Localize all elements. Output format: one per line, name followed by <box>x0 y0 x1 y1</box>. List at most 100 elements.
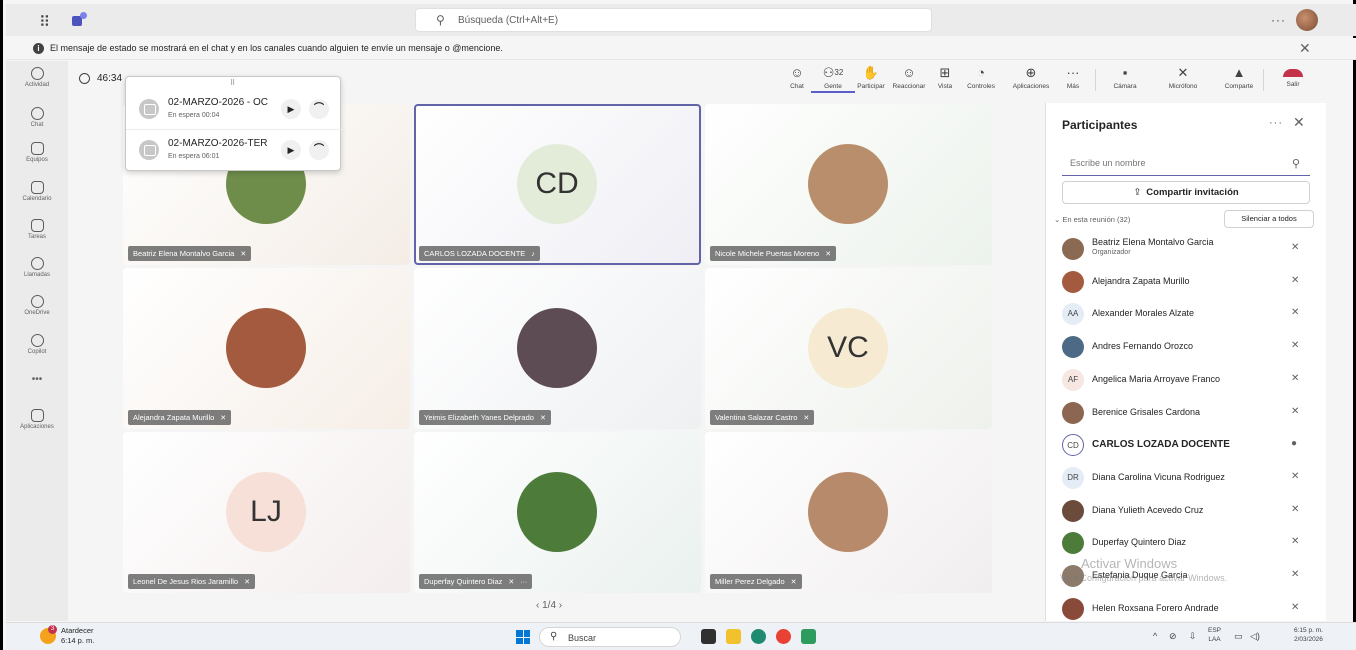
participant-row[interactable]: Alejandra Zapata Murillo ✕ <box>1046 266 1327 298</box>
controls-button[interactable]: ◔ Controles <box>959 65 1003 90</box>
rail-label: Copilot <box>27 349 47 355</box>
video-tile[interactable]: Duperfay Quintero Diaz ✕ ··· <box>414 432 701 593</box>
rail-item-chat[interactable]: Chat <box>6 107 68 128</box>
rail-item-onedrive[interactable]: OneDrive <box>6 295 68 316</box>
admit-button[interactable]: ▶ <box>281 140 301 160</box>
participant-row[interactable]: Duperfay Quintero Diaz ✕ <box>1046 527 1327 559</box>
app-launcher-icon[interactable]: ⠿ <box>39 13 50 31</box>
participant-avatar: AA <box>1062 303 1084 326</box>
microphone-button[interactable]: ✕ Micrófono <box>1161 65 1205 90</box>
status-notification-bar: i El mensaje de estado se mostrará en el… <box>6 38 1356 60</box>
participants-panel: Participantes ··· ✕ ⚲ ⇪ Compartir invitac… <box>1045 103 1326 621</box>
mic-off-icon: ✕ <box>1291 274 1300 286</box>
participant-name-tag: Alejandra Zapata Murillo ✕ <box>128 410 232 425</box>
apps-button[interactable]: ⊕ Aplicaciones <box>1009 65 1053 90</box>
volume-icon[interactable]: ◁) <box>1250 631 1260 642</box>
rail-label: Aplicaciones <box>20 424 54 430</box>
decline-button[interactable]: ⌒ <box>309 140 329 160</box>
participant-row[interactable]: Diana Yulieth Acevedo Cruz ✕ <box>1046 495 1327 527</box>
participant-row[interactable]: AA Alexander Morales Alzate ✕ <box>1046 298 1327 330</box>
admit-button[interactable]: ▶ <box>281 99 301 119</box>
rail-item-equipos[interactable]: Equipos <box>6 142 68 163</box>
input-language[interactable]: ESP LAA <box>1208 626 1221 644</box>
edge-icon[interactable] <box>751 629 766 644</box>
participant-name: Duperfay Quintero Diaz <box>1092 537 1187 548</box>
clock-time: 6:15 p. m. <box>1294 627 1323 634</box>
calendar-icon <box>30 181 44 194</box>
video-tile[interactable]: CD CARLOS LOZADA DOCENTE ♪ <box>414 104 701 265</box>
rail-item-llamadas[interactable]: Llamadas <box>6 257 68 278</box>
mic-off-icon: ✕ <box>1291 503 1300 515</box>
display-icon[interactable]: ▭ <box>1234 631 1243 642</box>
network-icon[interactable]: ⊘ <box>1169 631 1177 642</box>
video-tile[interactable]: Alejandra Zapata Murillo ✕ <box>123 268 410 429</box>
video-tile[interactable]: Nicole Michele Puertas Moreno ✕ <box>705 104 992 265</box>
video-tile[interactable]: Yeimis Elizabeth Yanes Delprado ✕ <box>414 268 701 429</box>
in-meeting-section-toggle[interactable]: ⌄ En esta reunión (32) <box>1054 215 1130 224</box>
rail-item-tareas[interactable]: Tareas <box>6 219 68 240</box>
divider <box>1095 69 1096 91</box>
participant-row[interactable]: AF Angelica Maria Arroyave Franco ✕ <box>1046 364 1327 396</box>
weather-title: Atardecer <box>61 626 94 635</box>
gallery-pager[interactable]: ‹ 1/4 › <box>536 600 562 611</box>
shield-icon <box>79 73 90 84</box>
task-view-icon[interactable] <box>701 629 716 644</box>
participant-row[interactable]: Beatriz Elena Montalvo Garcia Organizador… <box>1046 233 1327 265</box>
participant-row[interactable]: DR Diana Carolina Vicuna Rodriguez ✕ <box>1046 462 1327 494</box>
file-explorer-icon[interactable] <box>726 629 741 644</box>
windows-activation-hint: Ve a Configuración para activar Windows. <box>1060 573 1228 583</box>
more-button[interactable]: ··· Más <box>1051 65 1095 90</box>
mute-all-button[interactable]: Silenciar a todos <box>1224 210 1314 228</box>
taskbar-search[interactable]: ⚲ Buscar <box>539 627 681 647</box>
search-placeholder: Búsqueda (Ctrl+Alt+E) <box>458 15 559 26</box>
panel-title: Participantes <box>1062 118 1138 132</box>
weather-badge: 3 <box>48 625 57 634</box>
participant-name-tag: Yeimis Elizabeth Yanes Delprado ✕ <box>419 410 551 425</box>
participant-name: Diana Yulieth Acevedo Cruz <box>1092 504 1204 515</box>
participant-name-tag: CARLOS LOZADA DOCENTE ♪ <box>419 246 540 261</box>
video-tile[interactable]: LJ Leonel De Jesus Rios Jaramillo ✕ <box>123 432 410 593</box>
participant-name: Angelica Maria Arroyave Franco <box>1092 373 1221 384</box>
usb-icon[interactable]: ⇩ <box>1189 631 1197 642</box>
tile-more-button[interactable]: ··· <box>520 579 527 586</box>
participant-initials: CD <box>517 144 597 224</box>
rail-item-actividad[interactable]: Actividad <box>6 67 68 88</box>
toolbar-label: Controles <box>967 83 995 90</box>
weather-widget[interactable]: Atardecer 6:14 p. m. <box>61 626 94 646</box>
close-notification-button[interactable]: ✕ <box>1299 40 1311 57</box>
participant-row[interactable]: Andres Fernando Orozco ✕ <box>1046 331 1327 363</box>
show-hidden-icons-icon[interactable]: ^ <box>1153 631 1157 641</box>
participant-name: Helen Roxsana Forero Andrade <box>1092 602 1219 613</box>
video-tile[interactable]: Miller Perez Delgado ✕ <box>705 432 992 593</box>
share-button[interactable]: ▲ Comparte <box>1217 65 1261 90</box>
rail-item-copilot[interactable]: Copilot <box>6 334 68 355</box>
system-clock[interactable]: 6:15 p. m. 2/03/2026 <box>1294 626 1323 644</box>
participant-row[interactable]: Helen Roxsana Forero Andrade ✕ <box>1046 593 1327 625</box>
video-tile[interactable]: VC Valentina Salazar Castro ✕ <box>705 268 992 429</box>
close-panel-button[interactable]: ✕ <box>1293 114 1305 131</box>
settings-more-button[interactable]: ··· <box>1271 13 1286 27</box>
share-icon: ⇪ <box>1133 187 1142 198</box>
rail-item-calendario[interactable]: Calendario <box>6 181 68 202</box>
share-invite-label: Compartir invitación <box>1146 187 1239 198</box>
rail-more-button[interactable]: ••• <box>6 374 68 385</box>
participant-row[interactable]: Berenice Grisales Cardona ✕ <box>1046 397 1327 429</box>
share-invite-button[interactable]: ⇪ Compartir invitación <box>1062 181 1310 204</box>
teams-taskbar-icon[interactable] <box>801 629 816 644</box>
participant-name: Beatriz Elena Montalvo Garcia <box>133 249 235 258</box>
participant-search-input[interactable] <box>1070 158 1270 168</box>
participant-name: Beatriz Elena Montalvo Garcia <box>1092 237 1214 247</box>
user-avatar[interactable] <box>1296 9 1318 31</box>
leave-button[interactable]: Salir <box>1271 65 1315 88</box>
more-icon: ··· <box>1066 65 1080 80</box>
participant-row[interactable]: CD CARLOS LOZADA DOCENTE ● <box>1046 429 1327 461</box>
search-box[interactable]: ⚲ Búsqueda (Ctrl+Alt+E) <box>415 8 932 32</box>
decline-button[interactable]: ⌒ <box>309 99 329 119</box>
chrome-icon[interactable] <box>776 629 791 644</box>
windows-start-icon[interactable] <box>516 630 530 644</box>
camera-button[interactable]: ▪ Cámara <box>1103 65 1147 90</box>
drag-handle-icon[interactable]: ⠿ <box>230 79 235 87</box>
mic-off-icon: ✕ <box>1291 307 1300 319</box>
rail-item-aplicaciones[interactable]: Aplicaciones <box>6 409 68 430</box>
panel-more-button[interactable]: ··· <box>1269 117 1283 129</box>
